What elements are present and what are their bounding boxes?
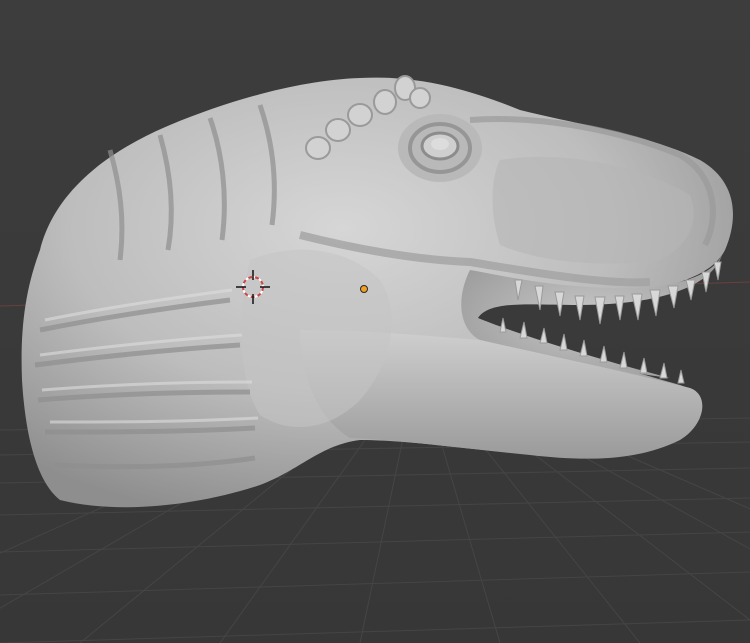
trex-head-model[interactable] <box>21 75 733 508</box>
viewport-canvas[interactable] <box>0 0 750 643</box>
object-origin-icon[interactable] <box>360 285 368 293</box>
3d-viewport[interactable] <box>0 0 750 643</box>
eye <box>398 114 482 182</box>
